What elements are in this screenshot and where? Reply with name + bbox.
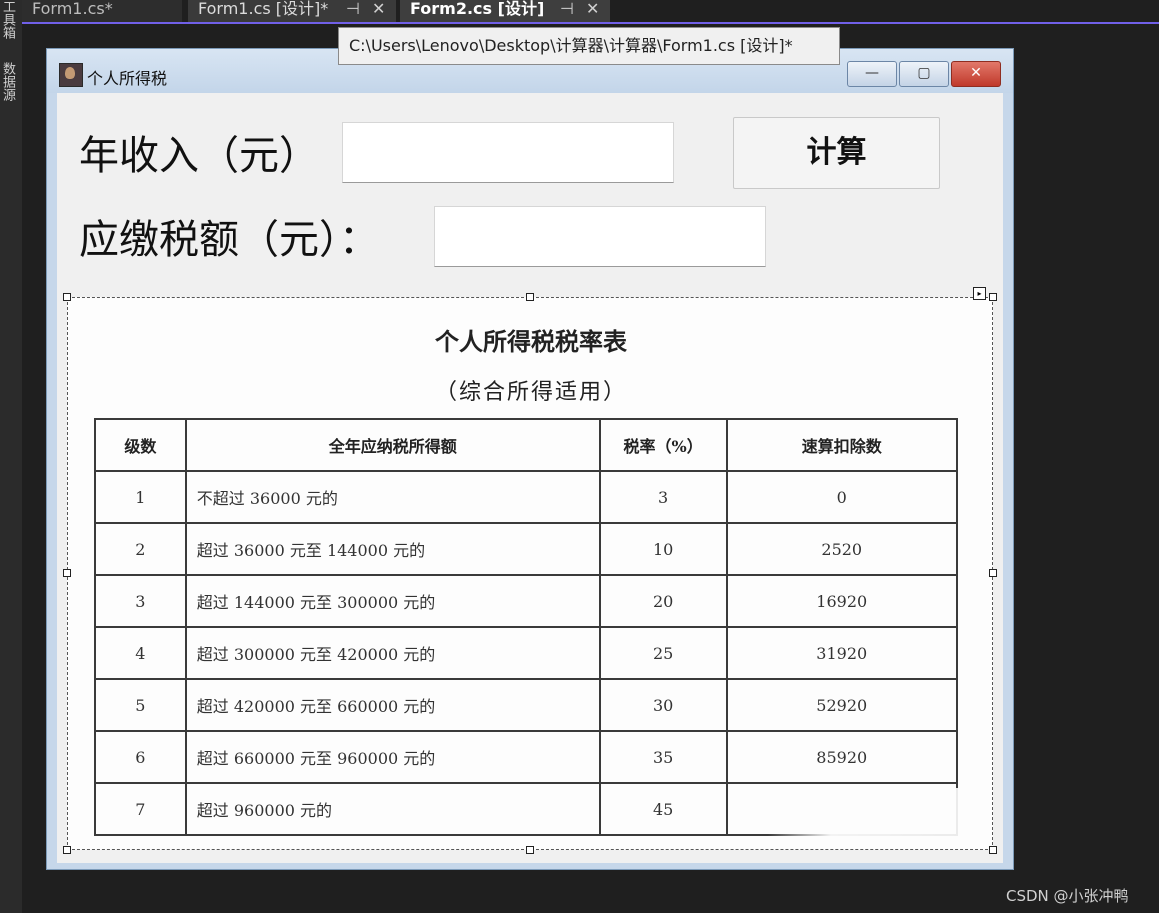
table-row: 3 超过 144000 元至 300000 元的 20 16920 [94, 574, 959, 628]
cell-deduction: 16920 [725, 574, 959, 628]
maximize-button[interactable]: ▢ [899, 61, 949, 87]
app-icon [59, 63, 83, 87]
cell-income-range: 超过 960000 元的 [184, 782, 601, 836]
cell-income-range: 超过 36000 元至 144000 元的 [184, 522, 601, 576]
tax-table-picturebox[interactable]: 个人所得税税率表 （综合所得适用） 级数 全年应纳税所得额 税率（%） 速算扣除… [67, 297, 993, 850]
calculate-button[interactable]: 计算 [733, 117, 940, 189]
cell-level: 7 [94, 782, 187, 836]
header-income-range: 全年应纳税所得额 [184, 418, 601, 472]
minimize-button[interactable]: — [847, 61, 897, 87]
toolbox-tab[interactable]: 工具箱 [0, 0, 17, 39]
pin-icon[interactable]: ⊣ [560, 0, 574, 18]
cell-level: 4 [94, 626, 187, 680]
cell-income-range: 超过 144000 元至 300000 元的 [184, 574, 601, 628]
file-path-tooltip: C:\Users\Lenovo\Desktop\计算器\计算器\Form1.cs… [338, 27, 840, 65]
image-fade-overlay [768, 788, 978, 838]
cell-rate: 30 [598, 678, 728, 732]
cell-rate: 20 [598, 574, 728, 628]
income-label: 年收入（元） [79, 133, 319, 179]
table-row: 5 超过 420000 元至 660000 元的 30 52920 [94, 678, 959, 732]
resize-handle-bottom-right[interactable] [989, 846, 997, 854]
cell-level: 1 [94, 470, 187, 524]
cell-deduction: 2520 [725, 522, 959, 576]
tab-label: Form2.cs [设计] [410, 0, 545, 18]
cell-income-range: 不超过 36000 元的 [184, 470, 601, 524]
resize-handle-top-right[interactable] [989, 293, 997, 301]
resize-handle-top[interactable] [526, 293, 534, 301]
cell-deduction: 52920 [725, 678, 959, 732]
tax-amount-output[interactable] [434, 206, 766, 267]
resize-handle-top-left[interactable] [63, 293, 71, 301]
tab-form2-designer[interactable]: Form2.cs [设计] ⊣ ✕ [400, 0, 610, 22]
cell-deduction: 0 [725, 470, 959, 524]
tax-rate-table: 级数 全年应纳税所得额 税率（%） 速算扣除数 1 不超过 36000 元的 3… [94, 418, 959, 836]
smart-tag-arrow-icon[interactable]: ▸ [973, 287, 986, 300]
header-deduction: 速算扣除数 [725, 418, 959, 472]
resize-handle-bottom[interactable] [526, 846, 534, 854]
cell-level: 3 [94, 574, 187, 628]
close-icon[interactable]: ✕ [586, 0, 599, 18]
resize-handle-bottom-left[interactable] [63, 846, 71, 854]
cell-rate: 3 [598, 470, 728, 524]
cell-income-range: 超过 420000 元至 660000 元的 [184, 678, 601, 732]
header-level: 级数 [94, 418, 187, 472]
tax-table-title: 个人所得税税率表 [435, 327, 627, 356]
cell-income-range: 超过 300000 元至 420000 元的 [184, 626, 601, 680]
income-input[interactable] [342, 122, 674, 183]
document-tab-bar: Form1.cs* Form1.cs [设计]* ⊣ ✕ Form2.cs [设… [22, 0, 1159, 24]
tab-form1-designer[interactable]: Form1.cs [设计]* ⊣ ✕ [188, 0, 396, 22]
resize-handle-right[interactable] [989, 569, 997, 577]
ide-left-strip: 工具箱 数据源 [0, 0, 23, 913]
close-icon[interactable]: ✕ [372, 0, 385, 18]
form-title: 个人所得税 [87, 69, 168, 88]
cell-income-range: 超过 660000 元至 960000 元的 [184, 730, 601, 784]
cell-rate: 10 [598, 522, 728, 576]
tab-label: Form1.cs [设计]* [198, 0, 329, 18]
cell-deduction: 85920 [725, 730, 959, 784]
close-button[interactable]: ✕ [951, 61, 1001, 87]
cell-rate: 25 [598, 626, 728, 680]
table-header-row: 级数 全年应纳税所得额 税率（%） 速算扣除数 [94, 418, 959, 472]
cell-level: 5 [94, 678, 187, 732]
cell-rate: 45 [598, 782, 728, 836]
tab-form1-cs[interactable]: Form1.cs* [22, 0, 182, 22]
pin-icon[interactable]: ⊣ [346, 0, 360, 18]
tax-table-subtitle: （综合所得适用） [434, 380, 627, 405]
cell-level: 6 [94, 730, 187, 784]
cell-deduction: 31920 [725, 626, 959, 680]
table-row: 1 不超过 36000 元的 3 0 [94, 470, 959, 524]
tax-amount-label: 应缴税额（元）： [79, 217, 379, 263]
cell-rate: 35 [598, 730, 728, 784]
tab-label: Form1.cs* [32, 0, 113, 18]
table-row: 4 超过 300000 元至 420000 元的 25 31920 [94, 626, 959, 680]
table-row: 2 超过 36000 元至 144000 元的 10 2520 [94, 522, 959, 576]
table-row: 6 超过 660000 元至 960000 元的 35 85920 [94, 730, 959, 784]
resize-handle-left[interactable] [63, 569, 71, 577]
datasource-tab[interactable]: 数据源 [0, 62, 17, 101]
header-rate: 税率（%） [598, 418, 728, 472]
cell-level: 2 [94, 522, 187, 576]
watermark: CSDN @小张冲鸭 [1006, 887, 1129, 905]
